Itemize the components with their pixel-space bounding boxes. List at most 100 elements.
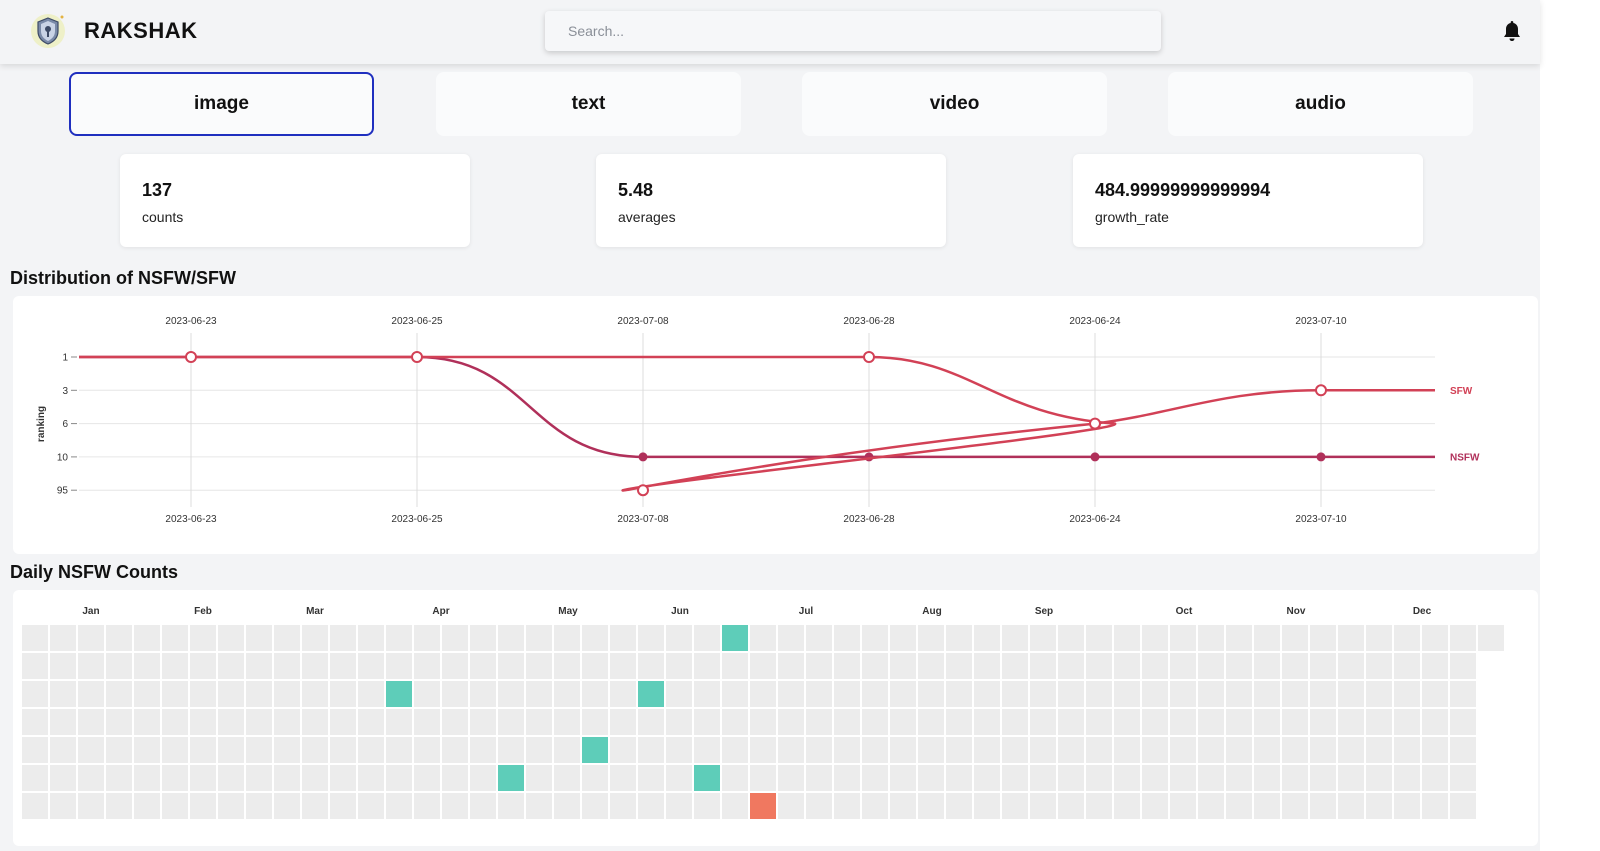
heatmap-cell: [1282, 793, 1308, 819]
heatmap-cell: [1058, 793, 1084, 819]
heatmap-cell: [274, 653, 300, 679]
heatmap-cell: [1366, 709, 1392, 735]
heatmap-cell: [414, 653, 440, 679]
x-tick-label-top: 2023-06-25: [391, 316, 443, 327]
y-tick-label: 10: [57, 452, 69, 463]
month-label: Jan: [82, 606, 99, 617]
y-tick-label: 95: [57, 486, 69, 497]
heatmap-cell: [1226, 765, 1252, 791]
x-tick-label-bottom: 2023-06-24: [1069, 514, 1121, 525]
heatmap-cell: [1114, 737, 1140, 763]
heatmap-cell: [638, 765, 664, 791]
data-point-nsfw: [638, 452, 648, 462]
heatmap-cell: [330, 709, 356, 735]
heatmap-cell: [638, 709, 664, 735]
heatmap-cell: [386, 625, 412, 651]
heatmap-cell: [1030, 765, 1056, 791]
heatmap-cell: [526, 765, 552, 791]
heatmap-cell: [190, 737, 216, 763]
heatmap-cell: [610, 653, 636, 679]
heatmap-cell: [694, 681, 720, 707]
heatmap-cell: [834, 765, 860, 791]
heatmap-cell: [1478, 625, 1504, 651]
heatmap-cell: [134, 625, 160, 651]
heatmap-cell: [1170, 793, 1196, 819]
heatmap-cell: [638, 793, 664, 819]
distribution-panel: 1 3 6 10 95 ranking 2023-06-23 2023-06-23 2023-0…: [13, 296, 1538, 554]
heatmap-cell: [162, 709, 188, 735]
data-point-sfw: [1315, 384, 1327, 397]
heatmap-cell: [1226, 681, 1252, 707]
heatmap-cell-active: [638, 681, 664, 707]
heatmap-cell: [974, 653, 1000, 679]
heatmap-cell: [330, 793, 356, 819]
distribution-title: Distribution of NSFW/SFW: [10, 268, 236, 288]
tab-audio[interactable]: audio: [1168, 72, 1473, 136]
heatmap-cell: [1254, 793, 1280, 819]
heatmap-cell: [246, 625, 272, 651]
heatmap-cell: [526, 625, 552, 651]
stat-card-counts: 137 counts: [120, 154, 470, 247]
month-label: Sep: [1035, 606, 1053, 617]
heatmap-cell: [190, 681, 216, 707]
heatmap-cell: [1422, 625, 1448, 651]
heatmap-cell: [806, 709, 832, 735]
heatmap-cell: [554, 709, 580, 735]
heatmap-cell: [302, 737, 328, 763]
heatmap-cell: [1114, 765, 1140, 791]
heatmap-cell: [1198, 625, 1224, 651]
heatmap-cell: [1310, 681, 1336, 707]
data-point-sfw: [1089, 417, 1101, 430]
heatmap-cell: [526, 653, 552, 679]
heatmap-cell: [274, 737, 300, 763]
heatmap-cell: [1170, 709, 1196, 735]
heatmap-cell: [1366, 625, 1392, 651]
data-point-nsfw: [1090, 452, 1100, 462]
heatmap-cell: [1002, 709, 1028, 735]
heatmap-cell: [22, 653, 48, 679]
heatmap-cell: [918, 681, 944, 707]
heatmap-cell: [526, 709, 552, 735]
heatmap-cell: [554, 681, 580, 707]
heatmap-cell: [1310, 625, 1336, 651]
heatmap-cell: [1198, 653, 1224, 679]
heatmap-cell: [918, 653, 944, 679]
heatmap-cell: [134, 709, 160, 735]
heatmap-cell: [806, 653, 832, 679]
heatmap-cell: [1086, 709, 1112, 735]
daily-counts-heatmap: Jan Feb Mar Apr May Jun Jul Aug Sep Oct Nov Dec: [22, 606, 1504, 819]
heatmap-cell: [1058, 737, 1084, 763]
tab-video[interactable]: video: [802, 72, 1107, 136]
heatmap-cell: [22, 709, 48, 735]
tab-image[interactable]: image: [69, 72, 374, 136]
heatmap-cell: [1114, 681, 1140, 707]
heatmap-cell: [610, 681, 636, 707]
heatmap-cell: [946, 681, 972, 707]
heatmap-cell: [218, 793, 244, 819]
heatmap-cell: [442, 681, 468, 707]
tab-text[interactable]: text: [436, 72, 741, 136]
heatmap-cell: [1030, 793, 1056, 819]
heatmap-cell: [1394, 625, 1420, 651]
heatmap-cell: [834, 653, 860, 679]
heatmap-cell: [302, 709, 328, 735]
bell-icon[interactable]: [1502, 20, 1522, 42]
heatmap-cell: [1002, 681, 1028, 707]
x-tick-label-top: 2023-06-28: [843, 316, 895, 327]
heatmap-cell: [358, 765, 384, 791]
heatmap-cell: [50, 681, 76, 707]
heatmap-cell: [1002, 653, 1028, 679]
heatmap-cell: [834, 709, 860, 735]
heatmap-cell: [666, 709, 692, 735]
y-tick-label: 3: [62, 386, 68, 397]
search-input[interactable]: [545, 11, 1161, 51]
heatmap-cell: [22, 625, 48, 651]
heatmap-cell: [946, 709, 972, 735]
heatmap-cell: [106, 625, 132, 651]
heatmap-cell: [554, 793, 580, 819]
heatmap-cell: [134, 653, 160, 679]
heatmap-cell: [1114, 793, 1140, 819]
distribution-chart: 1 3 6 10 95 ranking 2023-06-23 2023-06-23 2023-0…: [36, 316, 1480, 525]
heatmap-cell: [1282, 681, 1308, 707]
heatmap-cell: [1282, 737, 1308, 763]
